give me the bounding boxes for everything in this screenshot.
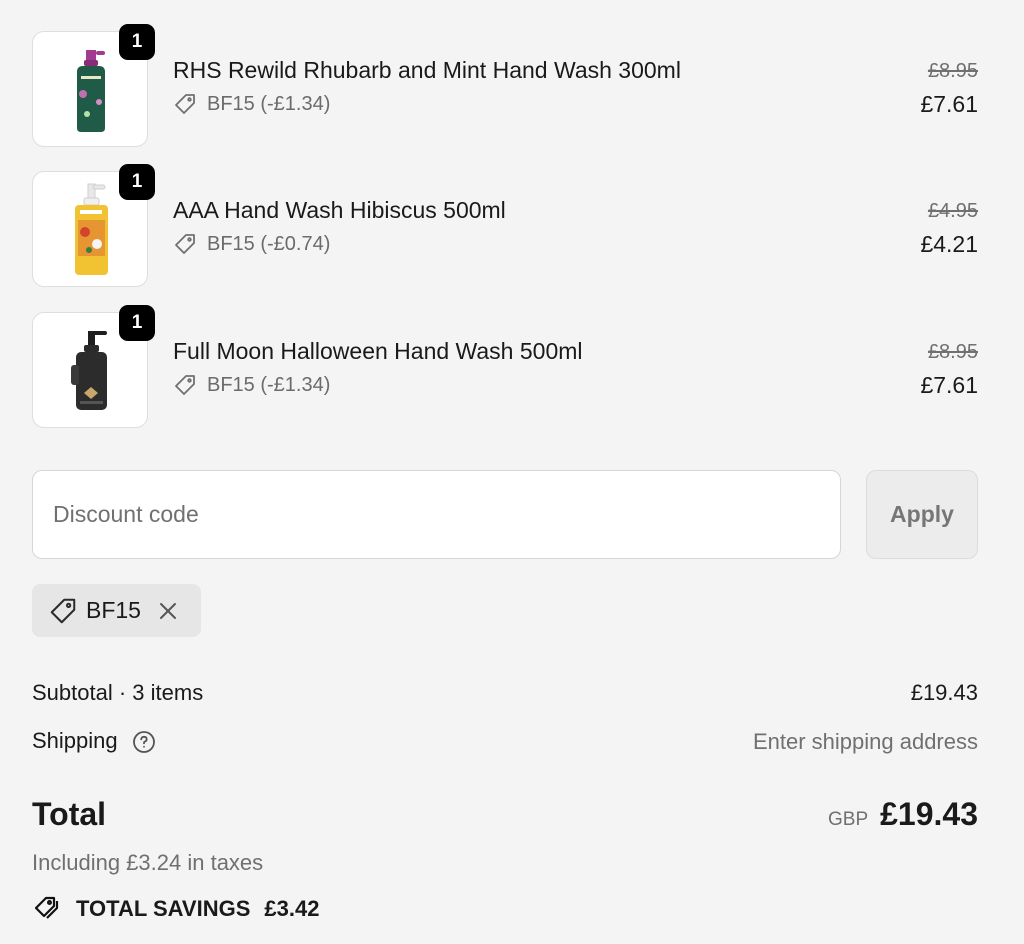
tag-icon xyxy=(173,232,197,256)
product-name: AAA Hand Wash Hibiscus 500ml xyxy=(173,197,506,223)
original-price: £8.95 xyxy=(927,60,978,82)
tag-icon xyxy=(173,92,197,116)
shipping-label: Shipping xyxy=(32,728,118,753)
tag-icon xyxy=(48,596,78,626)
item-price: £7.61 xyxy=(920,372,978,398)
discount-text: BF15 (-£1.34) xyxy=(207,373,331,396)
quantity-badge: 1 xyxy=(119,24,155,60)
cart-item: 1 AAA Hand Wash Hibiscus 500ml BF15 (-£0… xyxy=(32,164,978,287)
product-image: 1 xyxy=(32,305,155,428)
applied-discount-chip: BF15 xyxy=(32,584,201,637)
apply-button[interactable]: Apply xyxy=(866,470,978,559)
total-amount-group: GBP £19.43 xyxy=(828,796,978,833)
savings-label: TOTAL SAVINGS xyxy=(76,896,251,921)
item-price: £7.61 xyxy=(920,91,978,117)
product-name: RHS Rewild Rhubarb and Mint Hand Wash 30… xyxy=(173,57,681,83)
item-price: £4.21 xyxy=(920,231,978,257)
tag-icon xyxy=(173,373,197,397)
original-price: £8.95 xyxy=(927,341,978,363)
product-image: 1 xyxy=(32,164,155,287)
help-icon[interactable] xyxy=(132,730,156,754)
original-price: £4.95 xyxy=(927,200,978,222)
applied-code: BF15 xyxy=(86,597,141,623)
item-discount: BF15 (-£1.34) xyxy=(173,92,330,116)
quantity-badge: 1 xyxy=(119,164,155,200)
cart-item: 1 Full Moon Halloween Hand Wash 500ml BF… xyxy=(32,305,978,428)
total-label: Total xyxy=(32,796,107,832)
subtotal-label: Subtotal · 3 items xyxy=(32,680,204,705)
currency-code: GBP xyxy=(828,809,869,830)
remove-discount-close-icon[interactable] xyxy=(157,600,179,622)
savings-amount: £3.42 xyxy=(264,896,320,921)
discount-code-input[interactable] xyxy=(32,470,841,559)
cart-item: 1 RHS Rewild Rhubarb and Mint Hand Wash … xyxy=(32,24,978,147)
shipping-value: Enter shipping address xyxy=(752,729,978,754)
discount-text: BF15 (-£1.34) xyxy=(207,92,331,115)
item-discount: BF15 (-£0.74) xyxy=(173,232,330,256)
quantity-badge: 1 xyxy=(119,305,155,341)
taxes-note: Including £3.24 in taxes xyxy=(32,850,264,875)
total-savings: TOTAL SAVINGS £3.42 xyxy=(32,895,319,923)
item-discount: BF15 (-£1.34) xyxy=(173,373,330,397)
total-amount: £19.43 xyxy=(880,796,978,832)
subtotal-value: £19.43 xyxy=(910,680,978,705)
product-image: 1 xyxy=(32,24,155,147)
savings-tag-icon xyxy=(32,895,62,923)
shipping-row: Shipping xyxy=(32,728,156,754)
product-name: Full Moon Halloween Hand Wash 500ml xyxy=(173,338,583,364)
discount-text: BF15 (-£0.74) xyxy=(207,232,331,255)
